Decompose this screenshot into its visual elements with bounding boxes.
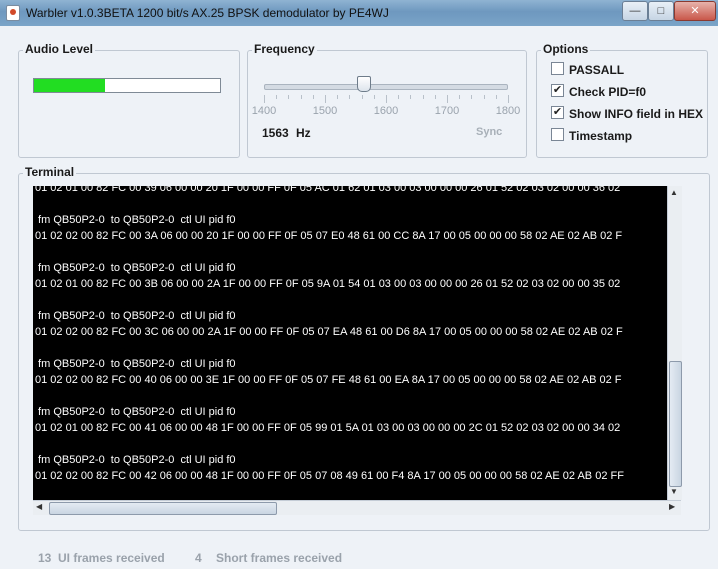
- terminal-line: fm QB50P2-0 to QB50P2-0 ctl UI pid f0: [35, 454, 236, 466]
- frequency-tick-label: 1700: [434, 105, 460, 117]
- terminal-panel: Terminal 01 02 01 00 82 FC 00 39 06 00 0…: [18, 165, 710, 531]
- option-check-pid[interactable]: ✔ Check PID=f0: [551, 84, 646, 100]
- audio-level-title: Audio Level: [23, 42, 96, 56]
- scroll-right-icon[interactable]: ▶: [669, 502, 675, 511]
- minimize-button[interactable]: —: [622, 1, 648, 21]
- frequency-tick: [264, 95, 265, 103]
- frequency-tick: [337, 95, 339, 99]
- frequency-slider-track[interactable]: [264, 84, 508, 90]
- timestamp-checkbox[interactable]: [551, 128, 564, 142]
- frequency-tick: [398, 95, 400, 99]
- audio-level-panel: Audio Level: [18, 42, 240, 158]
- terminal-title: Terminal: [23, 165, 77, 179]
- frequency-tick: [483, 95, 485, 99]
- terminal-line: 01 02 02 00 82 FC 00 42 06 00 00 48 1F 0…: [35, 470, 624, 482]
- title-bar: Warbler v1.0.3BETA 1200 bit/s AX.25 BPSK…: [0, 0, 718, 26]
- vertical-scrollbar[interactable]: ▲ ▼: [667, 186, 682, 500]
- frequency-tick: [300, 95, 302, 99]
- frequency-tick: [312, 95, 314, 99]
- frequency-unit: Hz: [296, 126, 311, 140]
- terminal-output[interactable]: 01 02 01 00 82 FC 00 39 06 00 00 20 1F 0…: [33, 186, 667, 500]
- options-title: Options: [541, 42, 591, 56]
- terminal-line: 01 02 01 00 82 FC 00 41 06 00 00 48 1F 0…: [35, 422, 621, 434]
- app-icon: [6, 5, 20, 21]
- sync-indicator: Sync: [476, 126, 503, 138]
- frequency-tick: [373, 95, 375, 99]
- horizontal-scroll-thumb[interactable]: [49, 502, 277, 515]
- passall-label: PASSALL: [569, 62, 625, 77]
- frequency-tick: [276, 95, 278, 99]
- vertical-scroll-thumb[interactable]: [669, 361, 682, 487]
- terminal-line: 01 02 02 00 82 FC 00 3A 06 00 00 20 1F 0…: [35, 230, 623, 242]
- frequency-slider-thumb[interactable]: [357, 76, 372, 92]
- frequency-tick: [386, 95, 387, 103]
- horizontal-scrollbar[interactable]: ◀ ▶: [33, 500, 681, 515]
- ui-frames-count: 13: [38, 551, 52, 565]
- show-info-hex-checkbox[interactable]: ✔: [551, 106, 564, 120]
- passall-checkbox[interactable]: [551, 62, 564, 76]
- terminal-line: fm QB50P2-0 to QB50P2-0 ctl UI pid f0: [35, 214, 236, 226]
- scroll-down-icon[interactable]: ▼: [670, 487, 678, 496]
- frequency-tick: [325, 95, 326, 103]
- frequency-tick: [349, 95, 351, 99]
- frequency-tick: [508, 95, 509, 103]
- frequency-title: Frequency: [252, 42, 317, 56]
- terminal-line: 01 02 01 00 82 FC 00 3B 06 00 00 2A 1F 0…: [35, 278, 621, 290]
- frequency-tick-label: 1600: [373, 105, 399, 117]
- terminal-line: fm QB50P2-0 to QB50P2-0 ctl UI pid f0: [35, 406, 236, 418]
- show-info-hex-label: Show INFO field in HEX: [569, 106, 704, 121]
- audio-level-meter: [33, 78, 221, 93]
- frequency-tick: [495, 95, 497, 99]
- audio-level-fill: [34, 79, 105, 92]
- frequency-tick: [288, 95, 290, 99]
- option-passall[interactable]: PASSALL: [551, 62, 624, 78]
- check-pid-checkbox[interactable]: ✔: [551, 84, 564, 98]
- terminal-line: 01 02 02 00 82 FC 00 40 06 00 00 3E 1F 0…: [35, 374, 622, 386]
- option-show-info-hex[interactable]: ✔ Show INFO field in HEX: [551, 106, 703, 122]
- frequency-tick-label: 1800: [495, 105, 521, 117]
- frequency-tick: [471, 95, 473, 99]
- close-button[interactable]: ✕: [674, 1, 716, 21]
- short-frames-count: 4: [195, 551, 202, 565]
- frequency-ticks: [264, 95, 509, 103]
- terminal-line: 01 02 01 00 82 FC 00 39 06 00 00 20 1F 0…: [35, 186, 621, 194]
- frequency-tick: [447, 95, 448, 103]
- frequency-panel: Frequency 1400 1500 1600 1700 1800 1563 Hz S…: [247, 42, 527, 158]
- terminal-line: fm QB50P2-0 to QB50P2-0 ctl UI pid f0: [35, 310, 236, 322]
- terminal-lines: 01 02 01 00 82 FC 00 39 06 00 00 20 1F 0…: [35, 186, 667, 484]
- frequency-tick: [361, 95, 363, 99]
- frequency-tick-label: 1400: [251, 105, 277, 117]
- scroll-up-icon[interactable]: ▲: [670, 188, 678, 197]
- terminal-line: fm QB50P2-0 to QB50P2-0 ctl UI pid f0: [35, 262, 236, 274]
- option-timestamp[interactable]: Timestamp: [551, 128, 632, 144]
- check-pid-label: Check PID=f0: [569, 84, 647, 99]
- ui-frames-label: UI frames received: [58, 551, 165, 565]
- scroll-left-icon[interactable]: ◀: [36, 502, 42, 511]
- frequency-tick: [459, 95, 461, 99]
- timestamp-label: Timestamp: [569, 128, 633, 143]
- frequency-value: 1563: [262, 126, 289, 140]
- frequency-tick-label: 1500: [312, 105, 338, 117]
- terminal-line: fm QB50P2-0 to QB50P2-0 ctl UI pid f0: [35, 358, 236, 370]
- frequency-tick: [434, 95, 436, 99]
- window-title: Warbler v1.0.3BETA 1200 bit/s AX.25 BPSK…: [26, 6, 389, 20]
- frequency-tick: [422, 95, 424, 99]
- maximize-button[interactable]: □: [648, 1, 674, 21]
- options-panel: Options PASSALL ✔ Check PID=f0 ✔ Show INFO…: [536, 42, 708, 158]
- terminal-line: 01 02 02 00 82 FC 00 3C 06 00 00 2A 1F 0…: [35, 326, 623, 338]
- frequency-tick: [410, 95, 412, 99]
- short-frames-label: Short frames received: [216, 551, 343, 565]
